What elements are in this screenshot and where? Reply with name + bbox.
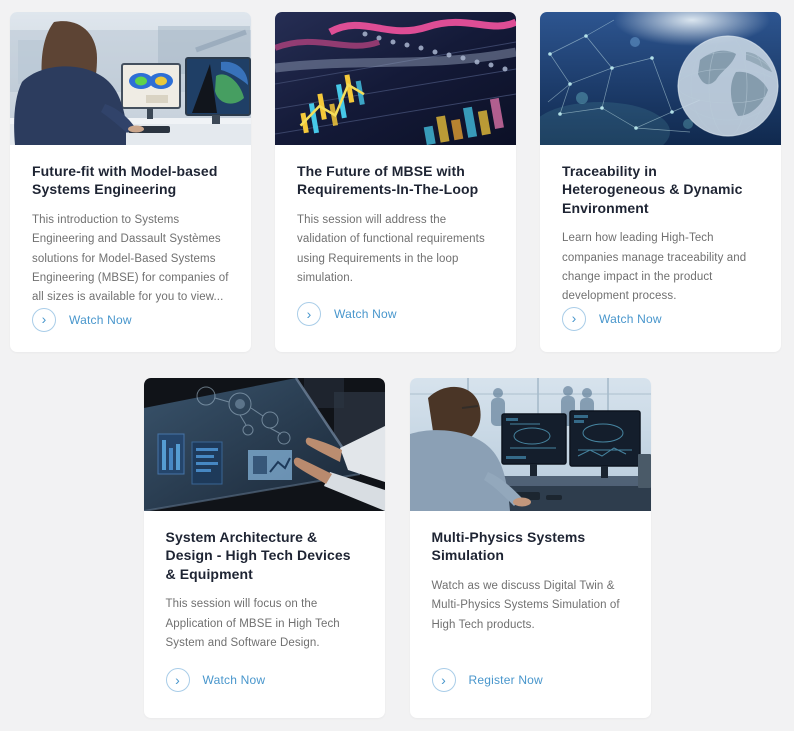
arrow-circle-icon: › (297, 302, 321, 326)
watch-now-link[interactable]: › Watch Now (32, 307, 229, 332)
webinar-card: The Future of MBSE with Requirements-In-… (275, 12, 516, 352)
webinar-card: Future-fit with Model-based Systems Engi… (10, 12, 251, 352)
watch-now-link[interactable]: › Watch Now (165, 668, 363, 692)
cta-label: Watch Now (202, 673, 266, 687)
chevron-right-icon: › (441, 671, 446, 688)
card-body: The Future of MBSE with Requirements-In-… (275, 145, 516, 352)
card-body: Traceability in Heterogeneous & Dynamic … (540, 145, 781, 352)
cta-label: Watch Now (599, 311, 662, 326)
cta-label: Register Now (468, 673, 543, 687)
card-image-workstation (10, 12, 251, 145)
card-description: This introduction to Systems Engineering… (32, 213, 229, 304)
webinar-card: Traceability in Heterogeneous & Dynamic … (540, 12, 781, 352)
arrow-circle-icon: › (431, 668, 456, 692)
card-title: The Future of MBSE with Requirements-In-… (297, 163, 479, 198)
card-row-2: System Architecture & Design - High Tech… (0, 378, 794, 718)
cta-label: Watch Now (69, 312, 132, 327)
chevron-right-icon: › (41, 311, 47, 327)
card-title: System Architecture & Design - High Tech… (165, 529, 351, 582)
watch-now-link[interactable]: › Watch Now (297, 302, 494, 326)
card-title: Future-fit with Model-based Systems Engi… (32, 163, 218, 198)
chevron-right-icon: › (306, 305, 312, 322)
register-now-link[interactable]: › Register Now (431, 668, 629, 692)
chevron-right-icon: › (571, 310, 577, 327)
arrow-circle-icon: › (562, 306, 586, 331)
card-description: Watch as we discuss Digital Twin & Multi… (431, 579, 620, 631)
card-body: Multi-Physics Systems Simulation Watch a… (410, 511, 651, 718)
arrow-circle-icon: › (165, 668, 190, 692)
card-title: Multi-Physics Systems Simulation (431, 529, 586, 564)
card-description: This session will address the validation… (297, 213, 485, 284)
card-image-engineer-monitors (409, 378, 651, 511)
watch-now-link[interactable]: › Watch Now (562, 306, 759, 331)
webinar-card: System Architecture & Design - High Tech… (143, 378, 385, 718)
card-body: System Architecture & Design - High Tech… (144, 511, 385, 718)
arrow-circle-icon: › (32, 307, 56, 332)
chevron-right-icon: › (175, 671, 180, 688)
card-description: This session will focus on the Applicati… (165, 598, 340, 650)
card-image-globe-network (540, 12, 781, 145)
card-row-1: Future-fit with Model-based Systems Engi… (10, 12, 794, 352)
card-image-touchscreen (143, 378, 385, 511)
card-description: Learn how leading High-Tech companies ma… (562, 232, 747, 303)
card-body: Future-fit with Model-based Systems Engi… (10, 145, 251, 352)
card-image-data-charts (275, 12, 516, 145)
card-title: Traceability in Heterogeneous & Dynamic … (562, 163, 743, 216)
webinar-card: Multi-Physics Systems Simulation Watch a… (409, 378, 651, 718)
webinar-card-grid: Future-fit with Model-based Systems Engi… (0, 0, 794, 718)
cta-label: Watch Now (334, 307, 397, 321)
